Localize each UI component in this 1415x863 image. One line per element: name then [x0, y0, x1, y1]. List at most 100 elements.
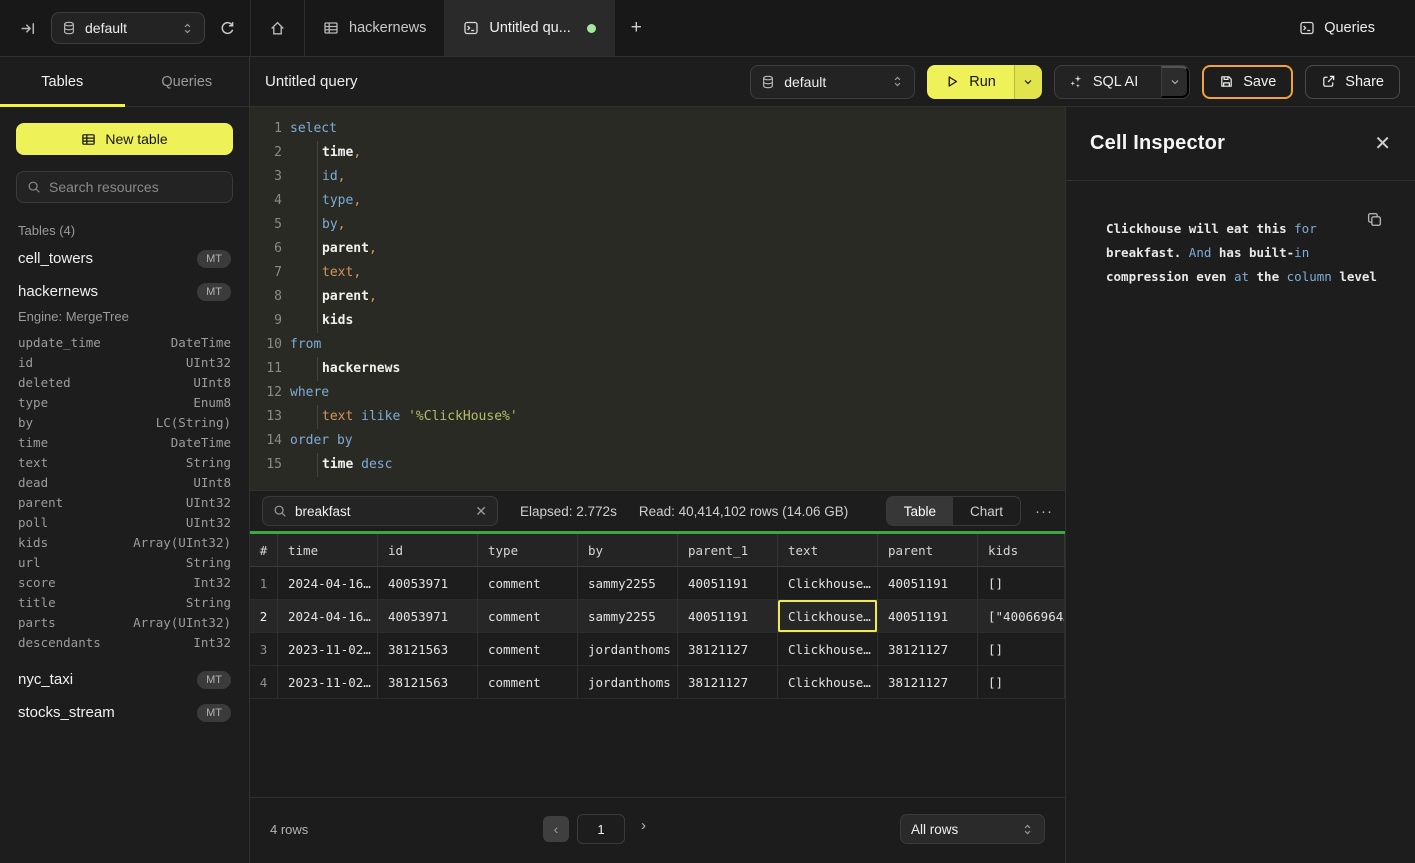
- table-cell[interactable]: 40051191: [878, 600, 978, 633]
- column-row[interactable]: scoreInt32: [18, 573, 231, 593]
- tab-hackernews[interactable]: hackernews: [304, 0, 444, 56]
- table-cell[interactable]: 2023-11-02…: [278, 666, 378, 699]
- save-button[interactable]: Save: [1202, 65, 1293, 99]
- column-header-by[interactable]: by: [578, 534, 678, 567]
- sidebar-body: New table Tables (4) cell_towersMThacker…: [0, 107, 249, 745]
- view-tab-chart[interactable]: Chart: [953, 497, 1020, 525]
- table-cell[interactable]: jordanthoms: [578, 666, 678, 699]
- engine-label: Engine: MergeTree: [18, 309, 231, 324]
- share-button[interactable]: Share: [1305, 65, 1400, 99]
- table-cell[interactable]: 40053971: [378, 567, 478, 600]
- sql-ai-button[interactable]: SQL AI: [1055, 74, 1152, 90]
- view-toggle: Table Chart: [886, 496, 1021, 526]
- table-cell[interactable]: sammy2255: [578, 567, 678, 600]
- table-cell[interactable]: jordanthoms: [578, 633, 678, 666]
- clear-search-button[interactable]: ✕: [475, 503, 487, 520]
- column-row[interactable]: titleString: [18, 593, 231, 613]
- table-cell[interactable]: 40051191: [678, 600, 778, 633]
- table-cell[interactable]: sammy2255: [578, 600, 678, 633]
- editor-line: 2time,: [250, 141, 1065, 165]
- run-button[interactable]: Run: [927, 65, 1014, 99]
- table-cell[interactable]: Clickhouse…: [778, 600, 878, 633]
- sql-ai-options-button[interactable]: [1161, 66, 1189, 98]
- column-row[interactable]: textString: [18, 453, 231, 473]
- next-page-button[interactable]: ›: [641, 817, 646, 834]
- table-cell[interactable]: 38121563: [378, 666, 478, 699]
- column-header-parent_1[interactable]: parent_1: [678, 534, 778, 567]
- table-cell[interactable]: 40053971: [378, 600, 478, 633]
- view-tab-table[interactable]: Table: [887, 497, 953, 525]
- column-header-id[interactable]: id: [378, 534, 478, 567]
- column-row[interactable]: deadUInt8: [18, 473, 231, 493]
- table-cell[interactable]: ["40066964…: [978, 600, 1065, 633]
- line-number: 10: [260, 333, 282, 357]
- sidebar-tab-queries[interactable]: Queries: [125, 57, 250, 106]
- column-row[interactable]: typeEnum8: [18, 393, 231, 413]
- table-cell[interactable]: comment: [478, 666, 578, 699]
- sql-editor[interactable]: 1select2time,3id,4type,5by,6parent,7text…: [250, 107, 1065, 490]
- collapse-sidebar-button[interactable]: [20, 20, 37, 37]
- column-header-parent[interactable]: parent: [878, 534, 978, 567]
- play-icon: [945, 74, 960, 89]
- table-cell[interactable]: 38121127: [878, 633, 978, 666]
- table-cell[interactable]: 40051191: [878, 567, 978, 600]
- line-number: 3: [260, 165, 282, 189]
- table-cell[interactable]: 38121563: [378, 633, 478, 666]
- column-header-#[interactable]: #: [250, 534, 278, 567]
- sidebar-table-hackernews[interactable]: hackernewsMT: [16, 275, 233, 308]
- table-cell[interactable]: 38121127: [678, 666, 778, 699]
- column-row[interactable]: partsArray(UInt32): [18, 613, 231, 633]
- column-row[interactable]: deletedUInt8: [18, 373, 231, 393]
- table-cell[interactable]: 2023-11-02…: [278, 633, 378, 666]
- column-row[interactable]: kidsArray(UInt32): [18, 533, 231, 553]
- close-inspector-button[interactable]: ✕: [1374, 131, 1391, 156]
- table-cell[interactable]: []: [978, 633, 1065, 666]
- column-header-time[interactable]: time: [278, 534, 378, 567]
- table-cell[interactable]: 40051191: [678, 567, 778, 600]
- page-number-input[interactable]: [577, 814, 625, 844]
- database-icon: [62, 21, 76, 35]
- new-table-button[interactable]: New table: [16, 123, 233, 155]
- results-search-input[interactable]: [295, 504, 467, 519]
- table-cell[interactable]: 38121127: [678, 633, 778, 666]
- column-header-text[interactable]: text: [778, 534, 878, 567]
- column-row[interactable]: parentUInt32: [18, 493, 231, 513]
- sidebar-tab-tables[interactable]: Tables: [0, 57, 125, 106]
- table-cell[interactable]: 38121127: [878, 666, 978, 699]
- column-row[interactable]: idUInt32: [18, 353, 231, 373]
- sidebar-table-nyc_taxi[interactable]: nyc_taxiMT: [16, 663, 233, 696]
- table-cell[interactable]: 2024-04-16…: [278, 600, 378, 633]
- table-cell[interactable]: Clickhouse…: [778, 666, 878, 699]
- column-row[interactable]: update_timeDateTime: [18, 333, 231, 353]
- sidebar-table-cell_towers[interactable]: cell_towersMT: [16, 242, 233, 275]
- table-cell[interactable]: []: [978, 666, 1065, 699]
- queries-button[interactable]: Queries: [1299, 20, 1375, 36]
- copy-cell-button[interactable]: [1366, 211, 1383, 228]
- column-row[interactable]: byLC(String): [18, 413, 231, 433]
- column-row[interactable]: pollUInt32: [18, 513, 231, 533]
- table-cell[interactable]: Clickhouse…: [778, 633, 878, 666]
- table-cell[interactable]: []: [978, 567, 1065, 600]
- new-tab-button[interactable]: +: [615, 0, 658, 56]
- query-database-select[interactable]: default: [750, 65, 915, 99]
- table-cell[interactable]: comment: [478, 633, 578, 666]
- sidebar-table-stocks_stream[interactable]: stocks_streamMT: [16, 696, 233, 729]
- tab-home[interactable]: [250, 0, 304, 56]
- table-cell[interactable]: Clickhouse…: [778, 567, 878, 600]
- column-header-type[interactable]: type: [478, 534, 578, 567]
- table-cell[interactable]: 2024-04-16…: [278, 567, 378, 600]
- column-header-kids[interactable]: kids: [978, 534, 1065, 567]
- run-options-button[interactable]: [1014, 65, 1042, 99]
- refresh-button[interactable]: [219, 20, 236, 37]
- tab-untitled-query[interactable]: Untitled qu...: [444, 0, 614, 56]
- sidebar-search-input[interactable]: [49, 179, 222, 195]
- table-cell[interactable]: comment: [478, 567, 578, 600]
- column-row[interactable]: urlString: [18, 553, 231, 573]
- table-cell[interactable]: comment: [478, 600, 578, 633]
- topbar-database-select[interactable]: default: [51, 12, 205, 44]
- previous-page-button[interactable]: ‹: [543, 816, 569, 842]
- more-options-button[interactable]: ···: [1035, 503, 1053, 520]
- column-row[interactable]: timeDateTime: [18, 433, 231, 453]
- page-size-select[interactable]: All rows: [900, 814, 1045, 844]
- column-row[interactable]: descendantsInt32: [18, 633, 231, 653]
